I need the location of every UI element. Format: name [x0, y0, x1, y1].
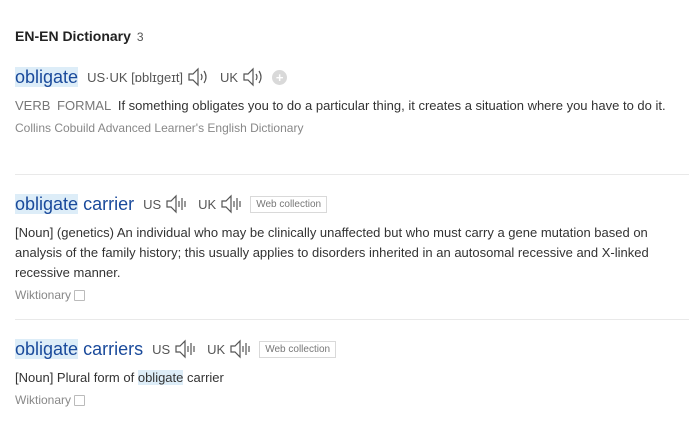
us-uk-label: US·UK — [87, 69, 128, 85]
entry-obligate-carrier: obligate carrier US UK Web collection [N… — [15, 191, 689, 320]
source-label: Wiktionary — [15, 393, 72, 407]
entry-obligate: obligate US·UK [ɒblɪgeɪt] UK + VERB FORM… — [15, 64, 689, 175]
source-label: Wiktionary — [15, 288, 72, 302]
speaker-icon[interactable] — [165, 194, 189, 214]
source: Wiktionary — [15, 288, 689, 302]
us-label: US — [143, 196, 162, 212]
speaker-icon[interactable] — [187, 67, 211, 87]
speaker-icon[interactable] — [174, 339, 198, 359]
pronunciation: US·UK [ɒblɪgeɪt] — [87, 70, 183, 85]
uk-label: UK — [220, 69, 239, 85]
definition-prefix: [Noun] Plural form of — [15, 370, 135, 385]
headword[interactable]: obligate carrier — [15, 193, 134, 215]
pos-label: VERB — [15, 98, 51, 113]
uk-label: UK — [198, 196, 217, 212]
speaker-icon[interactable] — [242, 67, 266, 87]
speaker-icon[interactable] — [220, 194, 244, 214]
entry-head: obligate carriers US UK Web collection — [15, 336, 689, 362]
definition: [Noun] (genetics) An individual who may … — [15, 225, 649, 280]
result-count: 3 — [136, 30, 144, 44]
definition: VERB FORMAL If something obligates you t… — [15, 96, 683, 116]
uk-label: UK — [207, 341, 226, 357]
copy-icon[interactable] — [74, 394, 86, 406]
dictionary-title: EN-EN Dictionary — [15, 28, 131, 44]
entry-obligate-carriers: obligate carriers US UK Web collection [… — [15, 336, 689, 416]
source: Collins Cobuild Advanced Learner's Engli… — [15, 121, 304, 135]
definition-suffix: carrier — [187, 370, 224, 385]
web-collection-tag: Web collection — [259, 340, 337, 358]
definition-link[interactable]: obligate — [137, 370, 184, 385]
register-label: FORMAL — [57, 98, 112, 113]
entry-head: obligate carrier US UK Web collection — [15, 191, 689, 217]
headword[interactable]: obligate — [15, 66, 79, 88]
dictionary-header: EN-EN Dictionary 3 — [15, 28, 144, 44]
definition-text: If something obligates you to do a parti… — [117, 98, 666, 113]
definition: [Noun] Plural form of obligate carrier — [15, 368, 683, 388]
speaker-icon[interactable] — [229, 339, 253, 359]
entry-head: obligate US·UK [ɒblɪgeɪt] UK + — [15, 64, 689, 90]
phonetic: [ɒblɪgeɪt] — [131, 69, 184, 85]
add-word-icon[interactable]: + — [272, 69, 288, 85]
headword[interactable]: obligate carriers — [15, 338, 143, 360]
source: Wiktionary — [15, 393, 689, 407]
us-label: US — [152, 341, 171, 357]
web-collection-tag: Web collection — [250, 195, 328, 213]
copy-icon[interactable] — [74, 289, 86, 301]
